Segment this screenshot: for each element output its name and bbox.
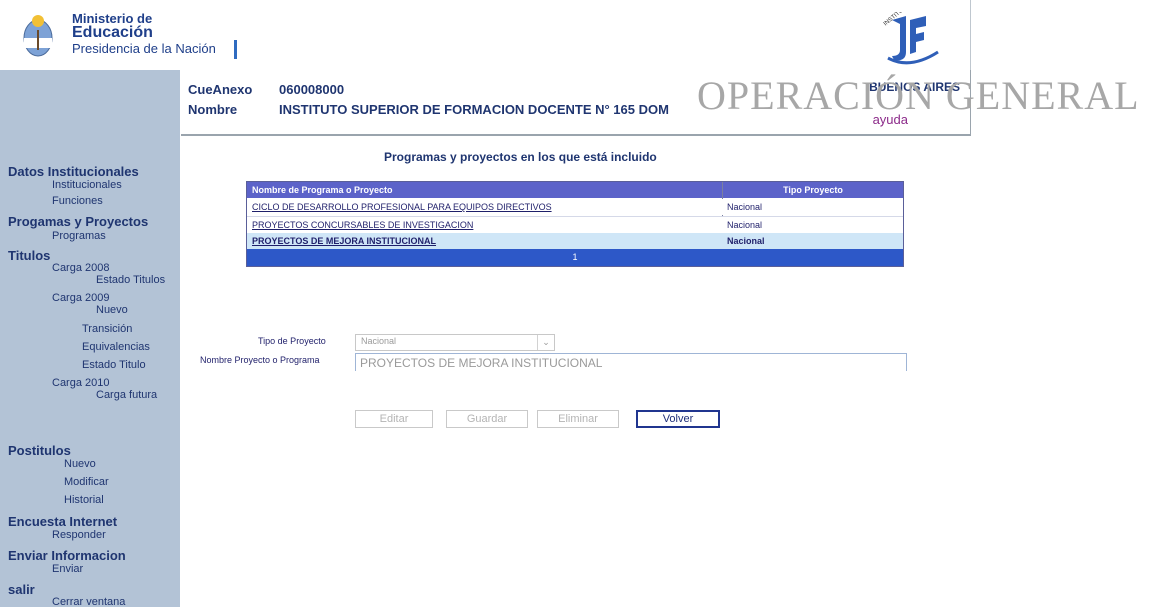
row-program-name[interactable]: PROYECTOS DE MEJORA INSTITUCIONAL	[252, 233, 436, 249]
nav-transicion[interactable]: Transición	[82, 323, 132, 335]
nav-equivalencias[interactable]: Equivalencias	[82, 341, 150, 353]
instituto-logo-icon: INSTITUTO	[883, 12, 939, 65]
nombre-proyecto-value: PROYECTOS DE MEJORA INSTITUCIONAL	[360, 356, 603, 370]
nav-funciones[interactable]: Funciones	[52, 195, 103, 207]
tipo-proyecto-label: Tipo de Proyecto	[258, 336, 326, 346]
nav-titulos[interactable]: Titulos	[8, 248, 50, 263]
nav-carga-2008[interactable]: Carga 2008	[52, 262, 110, 274]
programs-table: Nombre de Programa o Proyecto Tipo Proye…	[246, 181, 904, 267]
chevron-down-icon[interactable]: ⌄	[537, 335, 554, 350]
ministry-line-3: Presidencia de la Nación	[72, 41, 216, 56]
cueanexo-value: 060008000	[279, 82, 345, 97]
nombre-proyecto-input[interactable]: PROYECTOS DE MEJORA INSTITUCIONAL	[355, 353, 907, 371]
nav-cerrar-ventana[interactable]: Cerrar ventana	[52, 596, 125, 608]
back-button[interactable]: Volver	[636, 410, 720, 428]
nav-programas-proyectos[interactable]: Progamas y Proyectos	[8, 214, 148, 229]
row-project-type: Nacional	[727, 220, 763, 230]
nav-encuesta-internet[interactable]: Encuesta Internet	[8, 514, 117, 529]
save-button[interactable]: Guardar	[446, 410, 528, 428]
cueanexo-label: CueAnexo	[188, 82, 253, 97]
nombre-value: INSTITUTO SUPERIOR DE FORMACION DOCENTE …	[279, 102, 669, 117]
row-program-name[interactable]: PROYECTOS CONCURSABLES DE INVESTIGACION	[252, 217, 473, 233]
nav-enviar-informacion[interactable]: Enviar Informacion	[8, 548, 126, 563]
nav-datos-institucionales[interactable]: Datos Institucionales	[8, 164, 139, 179]
argentina-crest-icon	[23, 15, 53, 57]
edit-button[interactable]: Editar	[355, 410, 433, 428]
nav-carga-2009[interactable]: Carga 2009	[52, 292, 110, 304]
nav-estado-titulos[interactable]: Estado Titulos	[96, 274, 165, 286]
nombre-proyecto-label: Nombre Proyecto o Programa	[200, 355, 320, 365]
nav-enviar[interactable]: Enviar	[52, 563, 83, 575]
nav-postitulos[interactable]: Postitulos	[8, 443, 71, 458]
table-row-selected[interactable]: PROYECTOS DE MEJORA INSTITUCIONAL Nacion…	[247, 233, 903, 249]
nav-historial[interactable]: Historial	[64, 494, 104, 506]
operation-watermark: OPERACIÓN GENERAL	[697, 73, 1140, 118]
nav-carga-2010[interactable]: Carga 2010	[52, 377, 110, 389]
nav-postitulo-nuevo[interactable]: Nuevo	[64, 458, 96, 470]
nav-institucionales[interactable]: Institucionales	[52, 179, 122, 191]
nav-programas[interactable]: Programas	[52, 230, 106, 242]
tipo-proyecto-select[interactable]: Nacional ⌄	[355, 334, 555, 351]
nav-carga-futura[interactable]: Carga futura	[96, 389, 157, 401]
page-title: Programas y proyectos en los que está in…	[384, 150, 657, 164]
row-project-type: Nacional	[727, 202, 763, 212]
nav-estado-titulo[interactable]: Estado Titulo	[82, 359, 146, 371]
ministry-accent-bar	[234, 40, 237, 59]
ministry-line-2: Educación	[72, 24, 153, 41]
row-project-type: Nacional	[727, 236, 765, 246]
row-program-name[interactable]: CICLO DE DESARROLLO PROFESIONAL PARA EQU…	[252, 199, 552, 215]
tipo-proyecto-value: Nacional	[361, 336, 397, 346]
header-bar: Ministerio de Educación Presidencia de l…	[0, 0, 971, 70]
nav-modificar[interactable]: Modificar	[64, 476, 109, 488]
table-row[interactable]: PROYECTOS CONCURSABLES DE INVESTIGACION …	[247, 216, 903, 233]
pager-page-1[interactable]: 1	[572, 252, 577, 262]
nav-responder[interactable]: Responder	[52, 529, 106, 541]
nombre-label: Nombre	[188, 102, 238, 117]
table-pager[interactable]: 1	[247, 249, 903, 266]
nav-nuevo-titulo[interactable]: Nuevo	[96, 304, 128, 316]
column-header-name[interactable]: Nombre de Programa o Proyecto	[247, 182, 722, 198]
table-row[interactable]: CICLO DE DESARROLLO PROFESIONAL PARA EQU…	[247, 199, 903, 215]
delete-button[interactable]: Eliminar	[537, 410, 619, 428]
column-header-type[interactable]: Tipo Proyecto	[723, 182, 903, 198]
nav-salir[interactable]: salir	[8, 582, 35, 597]
